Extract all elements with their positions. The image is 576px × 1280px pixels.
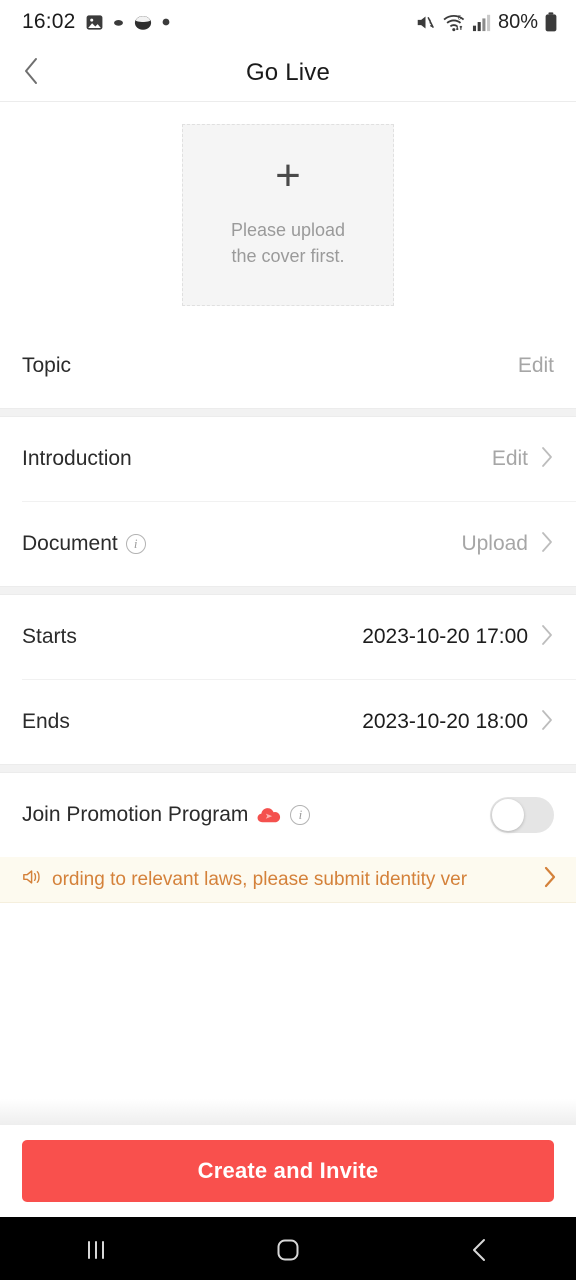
- speaker-icon: [22, 867, 46, 892]
- app-circle-icon: [133, 13, 153, 31]
- back-icon: [468, 1236, 492, 1269]
- android-nav-bar: [0, 1217, 576, 1280]
- row-ends[interactable]: Ends 2023-10-20 18:00: [0, 680, 576, 764]
- cellular-signal-icon: [472, 13, 492, 32]
- section-divider-2: [0, 586, 576, 595]
- bottom-bar-shadow: [0, 1099, 576, 1125]
- battery-percent: 80%: [497, 10, 538, 33]
- cover-upload-box[interactable]: + Please upload the cover first.: [182, 124, 394, 306]
- topic-edit-action[interactable]: Edit: [518, 354, 554, 378]
- notification-dot-icon: [113, 18, 124, 26]
- starts-value[interactable]: 2023-10-20 17:00: [362, 625, 528, 649]
- cover-hint-line2: the cover first.: [231, 246, 345, 266]
- introduction-edit-action[interactable]: Edit: [492, 447, 528, 471]
- status-bar-right: 6 80%: [415, 11, 558, 34]
- bottom-action-bar: Create and Invite: [0, 1125, 576, 1217]
- row-topic-label: Topic: [22, 354, 72, 377]
- back-button[interactable]: [22, 44, 66, 102]
- identity-verification-notice[interactable]: ording to relevant laws, please submit i…: [0, 857, 576, 903]
- cover-hint: Please upload the cover first.: [231, 218, 345, 269]
- app-screen: 16:02 6 80% Go Live + Please upload the …: [0, 0, 576, 1280]
- create-and-invite-button[interactable]: Create and Invite: [22, 1140, 554, 1202]
- photo-icon: [85, 13, 104, 32]
- promo-cloud-icon: [256, 805, 282, 825]
- row-introduction[interactable]: Introduction Edit: [0, 417, 576, 501]
- info-icon[interactable]: i: [290, 805, 311, 825]
- row-document-text: Document: [22, 532, 118, 555]
- promotion-label-text: Join Promotion Program: [22, 803, 249, 826]
- row-promotion-label: Join Promotion Program i: [22, 803, 311, 827]
- chevron-right-icon: [540, 445, 554, 474]
- status-clock: 16:02: [22, 10, 76, 33]
- content-spacer: [0, 903, 576, 1099]
- status-bar: 16:02 6 80%: [0, 0, 576, 44]
- row-document[interactable]: Document i Upload: [0, 502, 576, 586]
- battery-icon: [544, 12, 558, 32]
- row-document-label: Document i: [22, 532, 146, 556]
- cover-section: + Please upload the cover first.: [0, 102, 576, 324]
- page-header: Go Live: [0, 44, 576, 102]
- mute-icon: [415, 13, 436, 32]
- cover-hint-line1: Please upload: [230, 220, 346, 241]
- recents-button[interactable]: [0, 1237, 192, 1268]
- row-topic-right: Edit: [518, 354, 554, 378]
- plus-icon: +: [275, 151, 301, 201]
- row-document-right: Upload: [461, 530, 554, 559]
- chevron-right-icon: [542, 864, 558, 895]
- document-upload-action[interactable]: Upload: [461, 532, 528, 556]
- row-promotion-right: [490, 797, 554, 833]
- home-button[interactable]: [192, 1236, 384, 1269]
- row-topic[interactable]: Topic Edit: [0, 324, 576, 408]
- chevron-left-icon: [22, 56, 40, 91]
- row-introduction-label: Introduction: [22, 447, 132, 470]
- chevron-right-icon: [540, 530, 554, 559]
- row-introduction-right: Edit: [492, 445, 554, 474]
- chevron-right-icon: [540, 708, 554, 737]
- svg-text:6: 6: [458, 14, 462, 21]
- row-starts-right: 2023-10-20 17:00: [362, 623, 554, 652]
- toggle-knob: [492, 799, 524, 831]
- row-promotion: Join Promotion Program i: [0, 773, 576, 857]
- info-icon[interactable]: i: [125, 534, 146, 554]
- section-divider-3: [0, 764, 576, 773]
- home-icon: [274, 1236, 302, 1269]
- status-bar-left: 16:02: [22, 10, 415, 34]
- row-starts-label: Starts: [22, 625, 77, 648]
- page-title: Go Live: [245, 58, 331, 86]
- row-ends-label: Ends: [22, 710, 70, 733]
- row-starts[interactable]: Starts 2023-10-20 17:00: [0, 595, 576, 679]
- chevron-right-icon: [540, 623, 554, 652]
- section-divider-1: [0, 408, 576, 417]
- notice-text: ording to relevant laws, please submit i…: [52, 868, 468, 890]
- ends-value[interactable]: 2023-10-20 18:00: [362, 710, 528, 734]
- promotion-toggle[interactable]: [490, 797, 554, 833]
- wifi-icon: 6: [442, 13, 466, 32]
- nav-back-button[interactable]: [384, 1236, 576, 1269]
- dot-icon: [162, 18, 170, 26]
- row-ends-right: 2023-10-20 18:00: [362, 708, 554, 737]
- recents-icon: [81, 1237, 111, 1268]
